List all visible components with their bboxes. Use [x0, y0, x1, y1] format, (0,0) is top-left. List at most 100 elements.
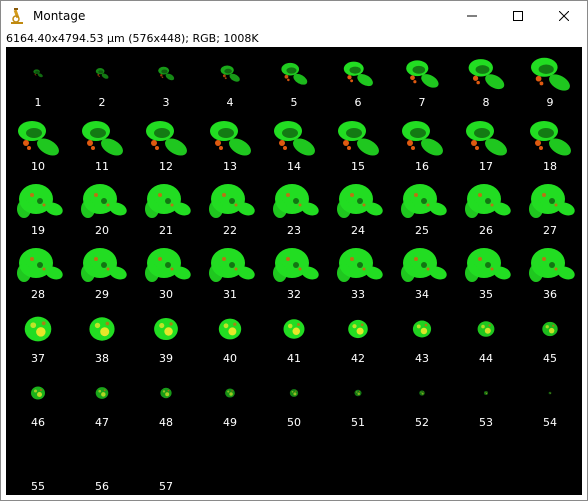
- slice-number: 10: [31, 160, 45, 173]
- slice-number: 46: [31, 416, 45, 429]
- montage-tile: 10: [6, 111, 70, 175]
- slice-number: 6: [354, 96, 362, 109]
- montage-tile: 18: [518, 111, 582, 175]
- montage-tile: 56: [70, 431, 134, 495]
- slice-number: 38: [95, 352, 109, 365]
- minimize-icon: [467, 15, 477, 17]
- montage-tile: 3: [134, 47, 198, 111]
- slice-number: 26: [479, 224, 493, 237]
- slice-number: 48: [159, 416, 173, 429]
- slice-number: 28: [31, 288, 45, 301]
- montage-tile: 25: [390, 175, 454, 239]
- slice-number: 39: [159, 352, 173, 365]
- slice-number: 30: [159, 288, 173, 301]
- minimize-button[interactable]: [449, 1, 495, 31]
- slice-number: 34: [415, 288, 429, 301]
- montage-tile: 7: [390, 47, 454, 111]
- montage-tile: 38: [70, 303, 134, 367]
- montage-tile: 32: [262, 239, 326, 303]
- montage-tile: 50: [262, 367, 326, 431]
- montage-tile: 24: [326, 175, 390, 239]
- slice-number: 52: [415, 416, 429, 429]
- close-button[interactable]: [541, 1, 587, 31]
- montage-tile: 29: [70, 239, 134, 303]
- slice-number: 25: [415, 224, 429, 237]
- slice-number: 45: [543, 352, 557, 365]
- slice-number: 18: [543, 160, 557, 173]
- montage-tile: 23: [262, 175, 326, 239]
- title-bar[interactable]: Montage: [1, 1, 587, 31]
- montage-tile: 17: [454, 111, 518, 175]
- slice-number: 15: [351, 160, 365, 173]
- slice-number: 22: [223, 224, 237, 237]
- montage-tile: 31: [198, 239, 262, 303]
- slice-number: 44: [479, 352, 493, 365]
- montage-tile: 9: [518, 47, 582, 111]
- montage-tile: 43: [390, 303, 454, 367]
- slice-number: 5: [290, 96, 298, 109]
- montage-tile: 44: [454, 303, 518, 367]
- montage-tile: 5: [262, 47, 326, 111]
- slice-number: 29: [95, 288, 109, 301]
- slice-number: 4: [226, 96, 234, 109]
- slice-number: 37: [31, 352, 45, 365]
- slice-number: 40: [223, 352, 237, 365]
- montage-tile: 54: [518, 367, 582, 431]
- montage-tile: 51: [326, 367, 390, 431]
- montage-tile: 13: [198, 111, 262, 175]
- montage-tile: 49: [198, 367, 262, 431]
- slice-number: 7: [418, 96, 426, 109]
- window-title: Montage: [33, 9, 86, 23]
- slice-number: 42: [351, 352, 365, 365]
- slice-number: 27: [543, 224, 557, 237]
- montage-tile: 20: [70, 175, 134, 239]
- montage-tile: 6: [326, 47, 390, 111]
- slice-number: 21: [159, 224, 173, 237]
- montage-tile: 11: [70, 111, 134, 175]
- montage-tile: 2: [70, 47, 134, 111]
- montage-tile: 26: [454, 175, 518, 239]
- slice-number: 53: [479, 416, 493, 429]
- slice-number: 12: [159, 160, 173, 173]
- montage-canvas[interactable]: 1 2 3 4 5 6 7 8 9 10 11 12 13 14 15 16 17 18 19 20 21 22 23 24 2…: [6, 47, 582, 495]
- slice-number: 35: [479, 288, 493, 301]
- slice-number: 11: [95, 160, 109, 173]
- montage-tile: 15: [326, 111, 390, 175]
- montage-tile: 27: [518, 175, 582, 239]
- slice-number: 55: [31, 480, 45, 493]
- slice-number: 50: [287, 416, 301, 429]
- microscope-icon: [8, 7, 26, 25]
- montage-tile: 53: [454, 367, 518, 431]
- slice-number: 2: [98, 96, 106, 109]
- image-info-text: 6164.40x4794.53 µm (576x448); RGB; 1008K: [6, 32, 259, 45]
- slice-number: 16: [415, 160, 429, 173]
- slice-number: 1: [34, 96, 42, 109]
- montage-tile: 46: [6, 367, 70, 431]
- slice-number: 36: [543, 288, 557, 301]
- montage-tile: 19: [6, 175, 70, 239]
- montage-tile: 8: [454, 47, 518, 111]
- montage-tile: 1: [6, 47, 70, 111]
- montage-tile: 14: [262, 111, 326, 175]
- slice-number: 57: [159, 480, 173, 493]
- slice-number: 51: [351, 416, 365, 429]
- montage-tile: 35: [454, 239, 518, 303]
- slice-number: 56: [95, 480, 109, 493]
- slice-number: 31: [223, 288, 237, 301]
- slice-number: 24: [351, 224, 365, 237]
- maximize-button[interactable]: [495, 1, 541, 31]
- montage-tile: 41: [262, 303, 326, 367]
- montage-tile: 52: [390, 367, 454, 431]
- slice-number: 32: [287, 288, 301, 301]
- slice-number: 41: [287, 352, 301, 365]
- montage-tile: 21: [134, 175, 198, 239]
- montage-tile: 55: [6, 431, 70, 495]
- slice-number: 14: [287, 160, 301, 173]
- montage-tile: 34: [390, 239, 454, 303]
- slice-number: 3: [162, 96, 170, 109]
- slice-number: 20: [95, 224, 109, 237]
- montage-tile: 40: [198, 303, 262, 367]
- montage-tile: 48: [134, 367, 198, 431]
- montage-window: Montage 6164.40x4794.53 µm (576x448); RG…: [0, 0, 588, 501]
- slice-number: 9: [546, 96, 554, 109]
